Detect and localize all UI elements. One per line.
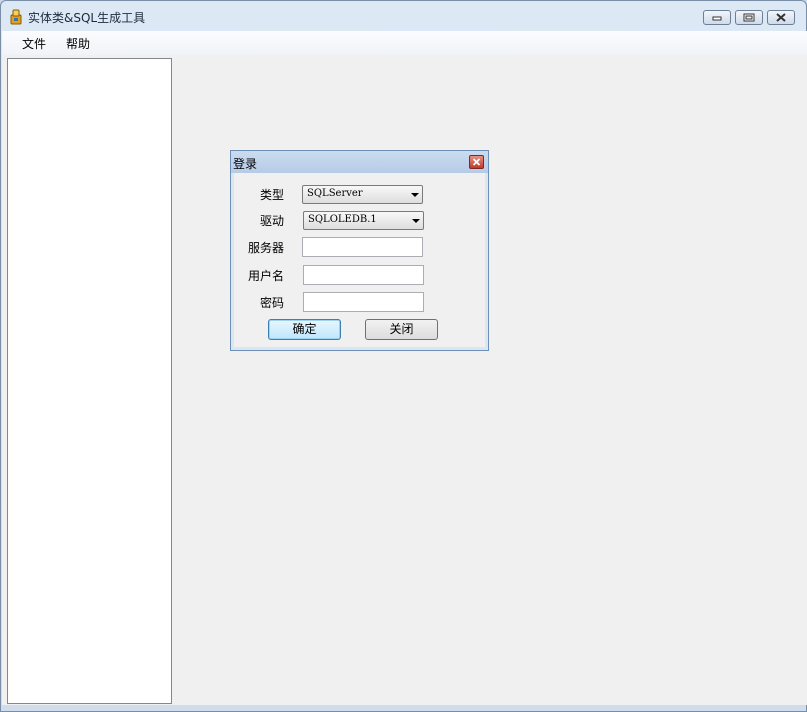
username-input[interactable]	[303, 265, 424, 285]
server-input[interactable]	[302, 237, 423, 257]
login-dialog: 登录 类型 SQLServer 驱动 SQLOLEDB.1 服务器 用户名 密码	[230, 150, 489, 351]
type-label: 类型	[259, 188, 284, 202]
title-bar[interactable]: 实体类&SQL生成工具	[1, 1, 806, 31]
close-button[interactable]	[767, 10, 795, 25]
maximize-icon	[743, 13, 755, 22]
type-select-value: SQLServer	[307, 188, 363, 199]
window-title: 实体类&SQL生成工具	[28, 11, 146, 25]
menu-help[interactable]: 帮助	[66, 35, 90, 52]
app-icon	[10, 9, 22, 25]
close-icon	[776, 13, 786, 22]
menu-file[interactable]: 文件	[22, 35, 46, 52]
menu-bar: 文件 帮助	[2, 31, 807, 55]
dialog-title-bar[interactable]: 登录	[231, 151, 488, 173]
password-input[interactable]	[303, 292, 424, 312]
driver-label: 驱动	[259, 214, 284, 228]
dialog-title: 登录	[233, 157, 258, 171]
username-label: 用户名	[247, 269, 284, 283]
left-tree-panel[interactable]	[7, 58, 172, 704]
driver-select[interactable]: SQLOLEDB.1	[303, 211, 424, 230]
close-icon	[472, 158, 481, 166]
server-label: 服务器	[247, 241, 284, 255]
chevron-down-icon	[411, 193, 419, 197]
ok-button[interactable]: 确定	[268, 319, 341, 340]
dialog-body: 类型 SQLServer 驱动 SQLOLEDB.1 服务器 用户名 密码 确定…	[234, 173, 485, 347]
maximize-button[interactable]	[735, 10, 763, 25]
chevron-down-icon	[412, 219, 420, 223]
close-dialog-button[interactable]: 关闭	[365, 319, 438, 340]
dialog-close-button[interactable]	[469, 155, 484, 169]
minimize-button[interactable]	[703, 10, 731, 25]
minimize-icon	[712, 16, 722, 21]
main-window: 实体类&SQL生成工具 文件 帮助	[0, 0, 807, 712]
type-select[interactable]: SQLServer	[302, 185, 423, 204]
driver-select-value: SQLOLEDB.1	[308, 214, 377, 225]
password-label: 密码	[259, 296, 284, 310]
